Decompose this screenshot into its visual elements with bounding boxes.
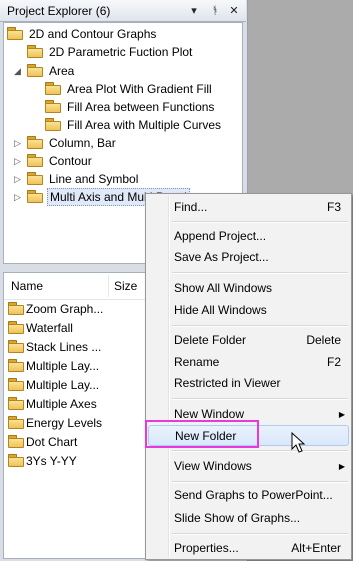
tree-item-line-symbol[interactable]: Line and Symbol xyxy=(27,170,140,188)
list-item[interactable]: 3Ys Y-YY xyxy=(8,452,77,471)
folder-icon xyxy=(27,172,43,186)
folder-icon xyxy=(8,378,24,392)
menu-item-find[interactable]: Find... F3 xyxy=(148,197,349,218)
pin-icon[interactable]: ᚬ xyxy=(207,3,223,19)
submenu-arrow-icon: ▶ xyxy=(338,410,345,419)
tree-item-2d-contour[interactable]: 2D and Contour Graphs xyxy=(7,25,158,43)
tree-item-column-bar[interactable]: Column, Bar xyxy=(27,134,118,152)
tree-item-area-gradient[interactable]: Area Plot With Gradient Fill xyxy=(45,80,214,98)
list-item[interactable]: Energy Levels xyxy=(8,414,102,433)
menu-item-rename[interactable]: Rename F2 xyxy=(148,352,349,373)
folder-icon xyxy=(8,397,24,411)
menu-separator xyxy=(172,221,348,223)
list-item[interactable]: Stack Lines ... xyxy=(8,338,101,357)
tree-item-2d-parametric[interactable]: 2D Parametric Fuction Plot xyxy=(27,43,194,61)
annotation-highlight-box xyxy=(145,420,259,448)
folder-open-icon xyxy=(27,190,43,204)
menu-item-properties[interactable]: Properties... Alt+Enter xyxy=(148,538,349,559)
column-header-size[interactable]: Size xyxy=(114,279,137,293)
folder-icon xyxy=(45,118,61,132)
folder-icon xyxy=(8,454,24,468)
folder-icon xyxy=(8,359,24,373)
menu-item-slide-show[interactable]: Slide Show of Graphs... xyxy=(148,508,349,529)
menu-separator xyxy=(172,533,348,535)
dropdown-arrow-icon[interactable]: ▾ xyxy=(186,3,202,19)
close-icon[interactable]: ✕ xyxy=(226,3,242,19)
expand-icon[interactable]: ▷ xyxy=(13,175,22,184)
menu-item-restricted-in-viewer[interactable]: Restricted in Viewer xyxy=(148,373,349,394)
tree-item-fill-between[interactable]: Fill Area between Functions xyxy=(45,98,216,116)
folder-icon xyxy=(8,435,24,449)
menu-item-view-windows[interactable]: View Windows ▶ xyxy=(148,456,349,477)
project-explorer-titlebar: Project Explorer (6) ▾ ᚬ ✕ xyxy=(0,0,246,22)
folder-icon xyxy=(45,100,61,114)
menu-item-save-as-project[interactable]: Save As Project... xyxy=(148,247,349,268)
tree-item-area[interactable]: Area xyxy=(27,62,76,80)
menu-item-delete-folder[interactable]: Delete Folder Delete xyxy=(148,330,349,351)
tree-item-contour[interactable]: Contour xyxy=(27,152,94,170)
tree-item-fill-multiple[interactable]: Fill Area with Multiple Curves xyxy=(45,116,223,134)
folder-icon xyxy=(27,154,43,168)
folder-icon xyxy=(27,136,43,150)
folder-icon xyxy=(8,302,24,316)
folder-icon xyxy=(45,82,61,96)
expand-icon[interactable]: ▷ xyxy=(13,157,22,166)
menu-item-show-all-windows[interactable]: Show All Windows xyxy=(148,278,349,299)
menu-item-append-project[interactable]: Append Project... xyxy=(148,226,349,247)
folder-icon xyxy=(27,64,43,78)
menu-separator xyxy=(172,481,348,483)
menu-item-send-to-powerpoint[interactable]: Send Graphs to PowerPoint... xyxy=(148,485,349,506)
menu-separator xyxy=(172,325,348,327)
menu-separator xyxy=(172,398,348,400)
mouse-cursor-icon xyxy=(291,432,306,453)
folder-icon xyxy=(8,321,24,335)
list-item[interactable]: Zoom Graph... xyxy=(8,300,103,319)
menu-separator xyxy=(172,450,348,452)
context-menu: Find... F3 Append Project... Save As Proj… xyxy=(145,193,352,560)
expand-icon[interactable]: ▷ xyxy=(13,193,22,202)
column-header-name[interactable]: Name xyxy=(11,279,43,293)
expand-icon[interactable]: ▷ xyxy=(13,139,22,148)
folder-icon xyxy=(27,45,43,59)
submenu-arrow-icon: ▶ xyxy=(338,462,345,471)
menu-item-hide-all-windows[interactable]: Hide All Windows xyxy=(148,300,349,321)
folder-icon xyxy=(8,416,24,430)
folder-icon xyxy=(8,340,24,354)
folder-icon xyxy=(7,27,23,41)
list-item[interactable]: Multiple Lay... xyxy=(8,357,99,376)
list-item[interactable]: Dot Chart xyxy=(8,433,77,452)
column-divider[interactable] xyxy=(108,275,109,297)
menu-separator xyxy=(172,272,348,274)
collapse-icon[interactable]: ◢ xyxy=(13,67,22,76)
list-item[interactable]: Multiple Axes xyxy=(8,395,97,414)
panel-title: Project Explorer (6) xyxy=(7,4,111,18)
list-item[interactable]: Waterfall xyxy=(8,319,73,338)
list-item[interactable]: Multiple Lay... xyxy=(8,376,99,395)
